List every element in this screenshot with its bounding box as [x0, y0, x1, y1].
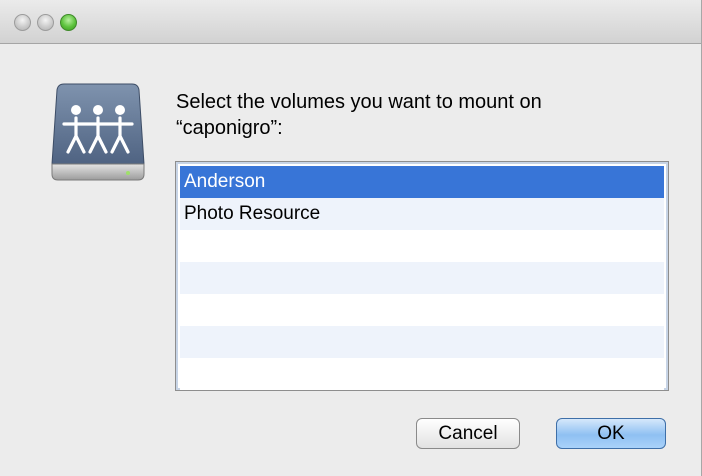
- empty-row: [180, 230, 664, 262]
- mount-volumes-dialog: Select the volumes you want to mount on …: [0, 0, 702, 476]
- ok-button[interactable]: OK: [556, 418, 666, 449]
- network-server-icon: [50, 80, 146, 182]
- empty-row: [180, 358, 664, 390]
- volume-list[interactable]: Anderson Photo Resource: [175, 161, 669, 391]
- zoom-button[interactable]: [60, 14, 77, 31]
- cancel-button[interactable]: Cancel: [416, 418, 520, 449]
- volume-item-photo-resource[interactable]: Photo Resource: [180, 198, 664, 230]
- empty-row: [180, 326, 664, 358]
- minimize-button[interactable]: [37, 14, 54, 31]
- empty-row: [180, 294, 664, 326]
- empty-row: [180, 262, 664, 294]
- title-bar[interactable]: [0, 0, 701, 44]
- mount-prompt: Select the volumes you want to mount on …: [176, 91, 542, 139]
- volume-item-anderson[interactable]: Anderson: [180, 166, 664, 198]
- close-button[interactable]: [14, 14, 31, 31]
